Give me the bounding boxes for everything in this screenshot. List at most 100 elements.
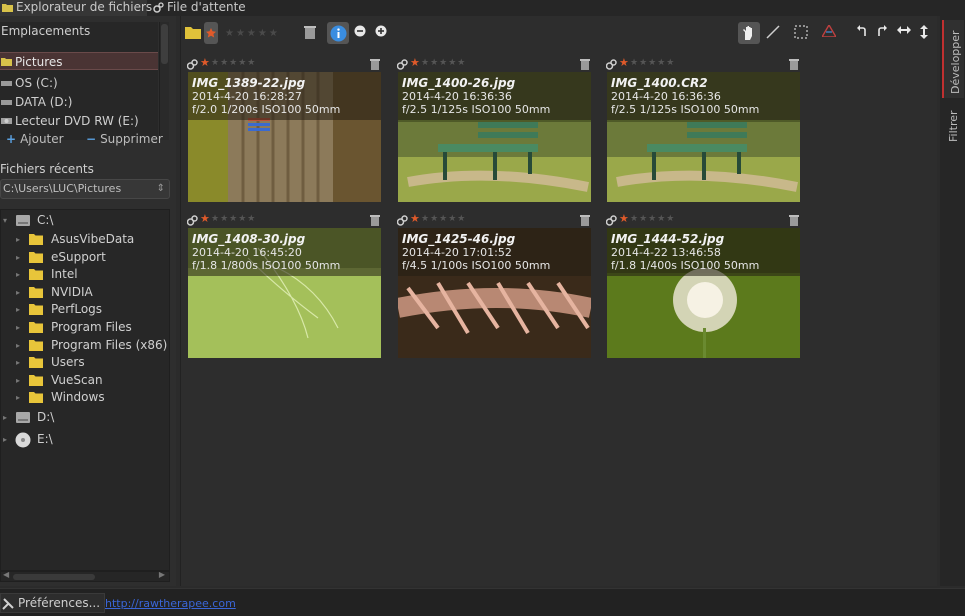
tab-filter[interactable]: Filtrer (942, 98, 964, 146)
rating-stars[interactable]: ★★★★★ (630, 214, 675, 224)
star-filter-icon (206, 28, 216, 38)
tree-node-folder[interactable]: ▸ AsusVibeData (1, 231, 169, 248)
info-button[interactable] (327, 22, 349, 44)
trash-filter-button[interactable] (302, 22, 322, 44)
expand-arrow-icon[interactable]: ▸ (3, 431, 7, 448)
tree-node-folder[interactable]: ▸ Intel (1, 266, 169, 283)
preferences-button[interactable]: Préférences... (0, 593, 106, 613)
star-filter-button[interactable] (204, 22, 218, 44)
tree-scrollbar[interactable]: ◀ ▶ (0, 570, 170, 582)
trash-icon[interactable] (789, 58, 799, 73)
thumbnail-card[interactable]: ★ ★★★★★ IMG_1389-22.jpg 2014-4-20 16:28:27 f… (186, 56, 382, 208)
thumbnail-image[interactable]: IMG_1400.CR2 2014-4-20 16:36:36 f/2.5 1/12… (607, 72, 800, 202)
trash-icon[interactable] (580, 58, 590, 73)
tab-develop[interactable]: Développer (942, 20, 964, 98)
recent-files-combo[interactable]: C:\Users\LUC\Pictures ⇕ (0, 179, 170, 199)
thumbnail-image[interactable]: IMG_1400-26.jpg 2014-4-20 16:36:36 f/2.5 1… (398, 72, 591, 202)
tree-node-folder[interactable]: ▸ NVIDIA (1, 284, 169, 301)
place-os-c[interactable]: OS (C:) (0, 74, 158, 92)
expand-arrow-icon[interactable]: ▸ (16, 231, 20, 248)
thumbnail-image[interactable]: IMG_1389-22.jpg 2014-4-20 16:28:27 f/2.0 1… (188, 72, 381, 202)
expand-arrow-icon[interactable]: ▸ (16, 301, 20, 318)
tree-node-folder[interactable]: ▸ Program Files (x86) (1, 337, 169, 354)
straighten-tool-button[interactable] (764, 22, 784, 44)
remove-place-button[interactable]: − Supprimer (86, 130, 163, 150)
rating-stars[interactable]: ★★★★★ (211, 58, 256, 68)
folder-tree[interactable]: ▾ C:\ ▸ AsusVibeData ▸ eSupport ▸ Intel ▸ NVIDIA ▸… (0, 209, 170, 571)
thumbnail-card[interactable]: ★ ★★★★★ IMG_1400.CR2 2014-4-20 16:36:36 f/2.… (605, 56, 801, 208)
website-link[interactable]: http://rawtherapee.com (105, 597, 236, 610)
scroll-thumb[interactable] (13, 574, 95, 580)
tree-node-label: AsusVibeData (51, 232, 135, 246)
rating-stars[interactable]: ★★★★★ (211, 214, 256, 224)
thumbnail-image[interactable]: IMG_1444-52.jpg 2014-4-22 13:46:58 f/1.8 1… (607, 228, 800, 358)
thumbnail-image[interactable]: IMG_1408-30.jpg 2014-4-20 16:45:20 f/1.8 1… (188, 228, 381, 358)
thumbnail-card[interactable]: ★ ★★★★★ IMG_1425-46.jpg 2014-4-20 17:01:52 f… (396, 212, 592, 364)
tree-node-folder[interactable]: ▸ Program Files (1, 319, 169, 336)
tree-node-d[interactable]: ▸ D:\ (1, 409, 169, 426)
scroll-right-icon[interactable]: ▶ (159, 570, 165, 579)
left-panel: Emplacements Pictures OS (C:) DATA (D:) … (0, 16, 176, 586)
thumbnail-date: 2014-4-20 16:36:36 (402, 90, 512, 103)
zoom-in-icon (375, 25, 387, 37)
tab-queue[interactable]: File d'attente (151, 0, 251, 16)
tab-file-browser[interactable]: Explorateur de fichiers (0, 0, 152, 16)
expand-arrow-icon[interactable]: ▸ (16, 337, 20, 354)
place-dvd-e[interactable]: Lecteur DVD RW (E:) (0, 112, 158, 130)
color-icon (822, 25, 836, 37)
tree-node-folder[interactable]: ▸ eSupport (1, 249, 169, 266)
rating-stars[interactable]: ★★★★★ (421, 58, 466, 68)
expand-arrow-icon[interactable]: ▸ (16, 319, 20, 336)
thumbnail-image[interactable]: IMG_1425-46.jpg 2014-4-20 17:01:52 f/4.5 1… (398, 228, 591, 358)
rotate-left-button[interactable] (854, 22, 874, 44)
rating-star-icon[interactable]: ★ (200, 212, 210, 225)
tree-node-folder[interactable]: ▸ Users (1, 354, 169, 371)
thumbnail-card[interactable]: ★ ★★★★★ IMG_1444-52.jpg 2014-4-22 13:46:58 f… (605, 212, 801, 364)
expand-arrow-icon[interactable]: ▸ (16, 354, 20, 371)
rating-star-icon[interactable]: ★ (619, 212, 629, 225)
rating-star-icon[interactable]: ★ (410, 56, 420, 69)
trash-icon[interactable] (370, 58, 380, 73)
scroll-left-icon[interactable]: ◀ (3, 570, 9, 579)
rating-star-icon[interactable]: ★ (410, 212, 420, 225)
expand-arrow-icon[interactable]: ▸ (16, 389, 20, 406)
places-scrollbar[interactable] (159, 22, 169, 140)
thumbnail-card[interactable]: ★ ★★★★★ IMG_1400-26.jpg 2014-4-20 16:36:36 f… (396, 56, 592, 208)
trash-icon[interactable] (580, 214, 590, 229)
expand-arrow-icon[interactable]: ▸ (16, 249, 20, 266)
tree-node-label: Windows (51, 390, 105, 405)
add-place-button[interactable]: + Ajouter (6, 130, 64, 150)
expand-arrow-icon[interactable]: ▾ (3, 212, 7, 229)
crop-tool-button[interactable] (792, 22, 812, 44)
updown-arrow-icon: ⇕ (156, 183, 165, 194)
expand-arrow-icon[interactable]: ▸ (16, 372, 20, 389)
tree-node-c[interactable]: ▾ C:\ (1, 212, 169, 229)
rating-filter-stars[interactable]: ★★★★★ (225, 28, 280, 39)
thumbnail-card[interactable]: ★ ★★★★★ IMG_1408-30.jpg 2014-4-20 16:45:20 f… (186, 212, 382, 364)
rating-stars[interactable]: ★★★★★ (630, 58, 675, 68)
rating-stars[interactable]: ★★★★★ (421, 214, 466, 224)
recent-files-label: Fichiers récents (0, 162, 94, 176)
place-data-d[interactable]: DATA (D:) (0, 93, 158, 111)
tree-node-folder[interactable]: ▸ Windows (1, 389, 169, 406)
color-picker-button[interactable] (820, 22, 840, 44)
trash-icon[interactable] (789, 214, 799, 229)
rating-star-icon[interactable]: ★ (200, 56, 210, 69)
rating-star-icon[interactable]: ★ (619, 56, 629, 69)
expand-arrow-icon[interactable]: ▸ (16, 284, 20, 301)
flip-horizontal-button[interactable] (895, 22, 915, 44)
open-folder-button[interactable] (183, 22, 203, 44)
zoom-out-button[interactable] (352, 22, 372, 44)
scroll-thumb[interactable] (161, 24, 168, 64)
zoom-in-button[interactable] (373, 22, 393, 44)
tree-node-folder[interactable]: ▸ VueScan (1, 372, 169, 389)
hand-tool-button[interactable] (738, 22, 760, 44)
expand-arrow-icon[interactable]: ▸ (16, 266, 20, 283)
tree-node-folder[interactable]: ▸ PerfLogs (1, 301, 169, 318)
trash-icon[interactable] (370, 214, 380, 229)
tree-node-e[interactable]: ▸ E:\ (1, 431, 169, 448)
rotate-right-button[interactable] (874, 22, 894, 44)
place-pictures[interactable]: Pictures (0, 52, 158, 70)
expand-arrow-icon[interactable]: ▸ (3, 409, 7, 426)
flip-vertical-button[interactable] (917, 22, 937, 44)
